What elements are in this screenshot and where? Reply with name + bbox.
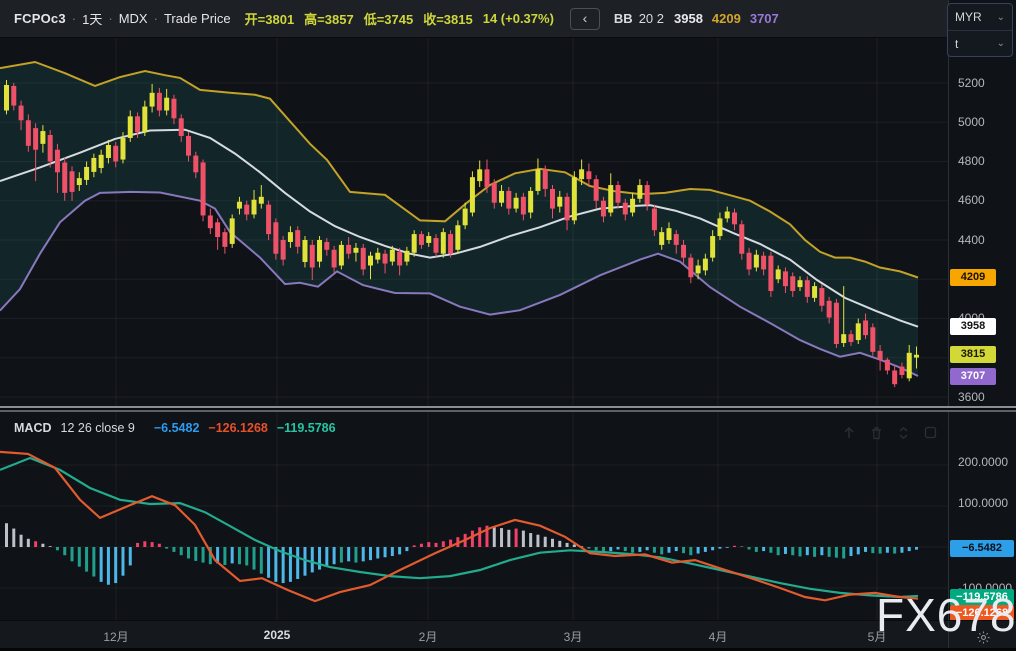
pane-divider[interactable] — [0, 406, 1016, 412]
axis-tick-label: 5200 — [958, 76, 985, 90]
macd-value: −6.5482 — [154, 421, 200, 435]
axis-settings-gear-icon[interactable] — [972, 626, 994, 648]
currency-unit-selector: MYR ⌄ t ⌄ — [947, 3, 1013, 57]
macd-indicator-name[interactable]: MACD — [14, 421, 52, 435]
axis-tick-label: 4400 — [958, 233, 985, 247]
ohlc-item: 收=3815 — [423, 9, 473, 28]
axis-price-chip: 3707 — [950, 368, 996, 385]
ohlc-item: 高=3857 — [304, 9, 354, 28]
exchange-label[interactable]: MDX — [119, 11, 148, 26]
ohlc-item: 开=3801 — [245, 9, 295, 28]
bb-indicator-values: 3958 4209 3707 — [674, 11, 779, 26]
maximize-pane-icon[interactable] — [919, 424, 941, 441]
collapse-pane-icon[interactable] — [892, 424, 914, 441]
ohlc-values: 开=3801 高=3857 低=3745 收=3815 — [245, 9, 473, 28]
price-axis[interactable]: 5200500048004600440040003600200.0000100.… — [948, 0, 1016, 620]
axis-tick-label: 3600 — [958, 390, 985, 404]
axis-tick-label: 100.0000 — [958, 496, 1008, 510]
axis-price-chip: 3958 — [950, 318, 996, 335]
series-type-label[interactable]: Trade Price — [164, 11, 231, 26]
interval-label[interactable]: 1天 — [82, 9, 102, 28]
macd-pane-controls — [838, 424, 941, 441]
axis-tick-label: 200.0000 — [958, 455, 1008, 469]
time-axis-label: 12月 — [103, 628, 128, 645]
axis-tick-label: 5000 — [958, 115, 985, 129]
macd-legend: MACD 12 26 close 9 −6.5482 −126.1268 −119.… — [14, 421, 336, 435]
axis-tick-label: 4800 — [958, 154, 985, 168]
axis-tick-label: 4600 — [958, 193, 985, 207]
legend-collapse-button[interactable]: ‹ — [570, 8, 600, 30]
currency-value: MYR — [955, 10, 982, 24]
chart-toolbar: FCPOc3 · 1天 · MDX · Trade Price 开=3801 高=… — [0, 0, 948, 38]
chevron-down-icon: ⌄ — [997, 12, 1005, 23]
bb-value: 3958 — [674, 11, 703, 26]
axis-price-chip: −119.5786 — [950, 589, 1014, 606]
trash-icon[interactable] — [865, 424, 887, 441]
trading-chart-app: FCPOc3 · 1天 · MDX · Trade Price 开=3801 高=… — [0, 0, 1016, 651]
change-value: 14 (+0.37%) — [483, 11, 554, 26]
bb-indicator-params: 20 2 — [639, 11, 664, 26]
chevron-down-icon: ⌄ — [997, 38, 1005, 49]
time-axis-label: 5月 — [868, 628, 887, 645]
price-chart-pane[interactable] — [0, 38, 948, 406]
macd-value: −126.1268 — [208, 421, 267, 435]
move-pane-up-icon[interactable] — [838, 424, 860, 441]
bb-indicator-name[interactable]: BB — [614, 11, 633, 26]
ohlc-item: 低=3745 — [364, 9, 414, 28]
macd-indicator-values: −6.5482 −126.1268 −119.5786 — [154, 421, 336, 435]
time-axis-label: 3月 — [564, 628, 583, 645]
axis-price-chip: 4209 — [950, 269, 996, 286]
macd-value: −119.5786 — [277, 421, 336, 435]
time-axis-label: 2月 — [419, 628, 438, 645]
macd-indicator-params: 12 26 close 9 — [61, 421, 135, 435]
currency-select[interactable]: MYR ⌄ — [948, 4, 1012, 30]
axis-price-chip: 3815 — [950, 346, 996, 363]
time-axis-label: 4月 — [709, 628, 728, 645]
time-axis[interactable]: 12月 2025 2月 3月 4月 5月 — [0, 620, 1016, 651]
unit-select[interactable]: t ⌄ — [948, 30, 1012, 56]
bb-value: 4209 — [712, 11, 741, 26]
separator-dot: · — [72, 11, 76, 26]
time-axis-label: 2025 — [264, 628, 291, 642]
symbol-name[interactable]: FCPOc3 — [14, 11, 66, 26]
bb-value: 3707 — [750, 11, 779, 26]
macd-chart-pane[interactable] — [0, 412, 948, 620]
axis-corner-separator — [948, 621, 949, 651]
separator-dot: · — [154, 11, 158, 26]
separator-dot: · — [108, 11, 112, 26]
unit-value: t — [955, 37, 958, 51]
axis-price-chip: −6.5482 — [950, 540, 1014, 557]
